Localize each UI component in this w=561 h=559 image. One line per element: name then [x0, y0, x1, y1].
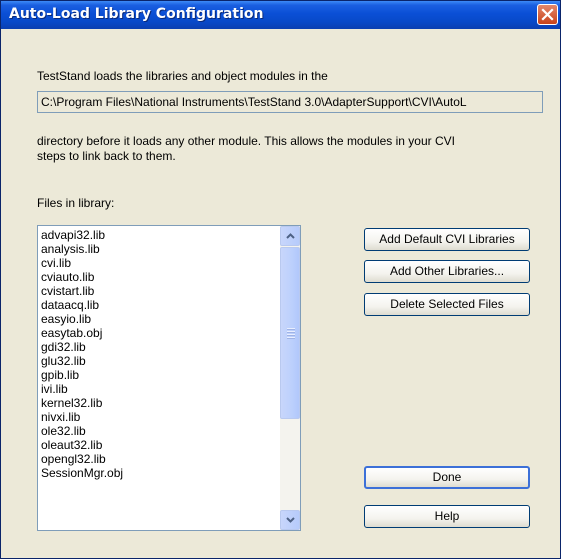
add-default-cvi-libraries-button[interactable]: Add Default CVI Libraries: [364, 228, 530, 251]
title-bar[interactable]: Auto-Load Library Configuration: [1, 1, 560, 29]
add-default-label: Add Default CVI Libraries: [379, 232, 515, 246]
list-item[interactable]: advapi32.lib: [41, 228, 279, 242]
thumb-grip-line: [287, 337, 295, 339]
list-item[interactable]: ole32.lib: [41, 424, 279, 438]
scroll-up-button[interactable]: [280, 226, 300, 246]
list-item[interactable]: kernel32.lib: [41, 396, 279, 410]
done-button[interactable]: Done: [364, 466, 530, 489]
scroll-down-button[interactable]: [280, 510, 300, 530]
auto-load-library-dialog: Auto-Load Library Configuration TestStan…: [0, 0, 561, 559]
autoload-path-field[interactable]: C:\Program Files\National Instruments\Te…: [37, 91, 543, 113]
files-listbox[interactable]: advapi32.lib analysis.lib cvi.lib cviauto.l…: [37, 225, 301, 531]
delete-selected-files-button[interactable]: Delete Selected Files: [364, 293, 530, 316]
chevron-down-icon: [285, 517, 295, 523]
dialog-title: Auto-Load Library Configuration: [9, 6, 264, 22]
list-item[interactable]: analysis.lib: [41, 242, 279, 256]
list-item[interactable]: easyio.lib: [41, 312, 279, 326]
thumb-grip-line: [287, 328, 295, 330]
list-item[interactable]: cviauto.lib: [41, 270, 279, 284]
list-item[interactable]: nivxi.lib: [41, 410, 279, 424]
chevron-up-icon: [285, 233, 295, 239]
list-item[interactable]: opengl32.lib: [41, 452, 279, 466]
list-item[interactable]: ivi.lib: [41, 382, 279, 396]
help-button[interactable]: Help: [364, 505, 530, 528]
scrollbar-thumb[interactable]: [280, 247, 300, 419]
list-item[interactable]: cvi.lib: [41, 256, 279, 270]
delete-selected-label: Delete Selected Files: [390, 297, 504, 311]
list-item[interactable]: gdi32.lib: [41, 340, 279, 354]
done-label: Done: [432, 470, 462, 484]
add-other-libraries-button[interactable]: Add Other Libraries...: [364, 260, 530, 283]
directory-text: directory before it loads any other modu…: [37, 134, 455, 148]
add-other-label: Add Other Libraries...: [389, 264, 505, 278]
files-list: advapi32.lib analysis.lib cvi.lib cviauto.l…: [41, 228, 279, 480]
list-item[interactable]: glu32.lib: [41, 354, 279, 368]
files-in-library-label: Files in library:: [37, 196, 115, 210]
list-item[interactable]: easytab.obj: [41, 326, 279, 340]
thumb-grip-line: [287, 334, 295, 336]
list-item[interactable]: gpib.lib: [41, 368, 279, 382]
list-item[interactable]: oleaut32.lib: [41, 438, 279, 452]
help-label: Help: [434, 509, 460, 523]
steps-text: steps to link back to them.: [37, 149, 176, 163]
close-icon: [541, 8, 554, 21]
vertical-scrollbar[interactable]: [280, 226, 300, 530]
list-item[interactable]: dataacq.lib: [41, 298, 279, 312]
thumb-grip-line: [287, 331, 295, 333]
intro-text: TestStand loads the libraries and object…: [37, 69, 328, 83]
list-item[interactable]: cvistart.lib: [41, 284, 279, 298]
list-item[interactable]: SessionMgr.obj: [41, 466, 279, 480]
close-button[interactable]: [537, 4, 558, 25]
